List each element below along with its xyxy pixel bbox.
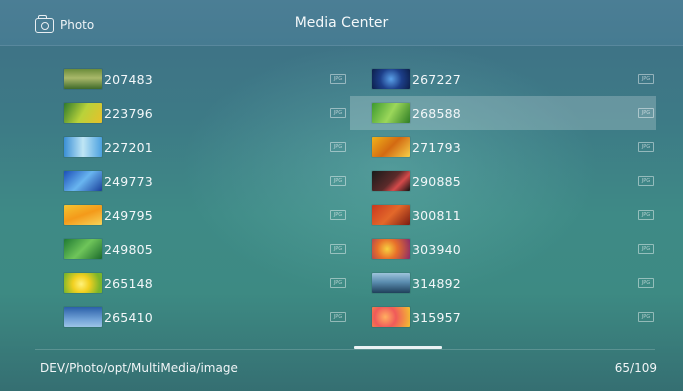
jpg-badge-icon: JPG	[330, 142, 346, 152]
file-name: 268588	[412, 105, 461, 121]
thumbnail-autumn-icon	[372, 137, 410, 157]
file-list-right: 267227 JPG 268588 JPG 271793 JPG 290885 …	[350, 62, 656, 334]
jpg-badge-icon: JPG	[330, 312, 346, 322]
thumbnail-flower-icon	[64, 273, 102, 293]
jpg-badge-icon: JPG	[638, 210, 654, 220]
file-row[interactable]: 290885 JPG	[350, 164, 656, 198]
thumbnail-landscape-icon	[64, 69, 102, 89]
file-name: 271793	[412, 139, 461, 155]
file-row-selected[interactable]: 268588 JPG	[350, 96, 656, 130]
file-row[interactable]: 249795 JPG	[38, 198, 348, 232]
scroll-thumb[interactable]	[354, 346, 442, 349]
page-title: Media Center	[294, 15, 389, 31]
jpg-badge-icon: JPG	[638, 244, 654, 254]
thumbnail-bird-icon	[372, 205, 410, 225]
file-row[interactable]: 265410 JPG	[38, 300, 348, 334]
thumbnail-sunset-icon	[64, 205, 102, 225]
file-name: 223796	[104, 105, 153, 121]
file-name: 207483	[104, 71, 153, 87]
jpg-badge-icon: JPG	[330, 74, 346, 84]
jpg-badge-icon: JPG	[638, 312, 654, 322]
file-name: 300811	[412, 207, 461, 223]
file-name: 303940	[412, 241, 461, 257]
file-list-left: 207483 JPG 223796 JPG 227201 JPG 249773 …	[38, 62, 348, 334]
file-row[interactable]: 249805 JPG	[38, 232, 348, 266]
file-row[interactable]: 300811 JPG	[350, 198, 656, 232]
jpg-badge-icon: JPG	[638, 278, 654, 288]
jpg-badge-icon: JPG	[330, 278, 346, 288]
thumbnail-coast-icon	[372, 273, 410, 293]
thumbnail-water-icon	[64, 137, 102, 157]
file-row[interactable]: 223796 JPG	[38, 96, 348, 130]
file-name: 249805	[104, 241, 153, 257]
thumbnail-grass-icon	[372, 103, 410, 123]
jpg-badge-icon: JPG	[330, 108, 346, 118]
file-row[interactable]: 267227 JPG	[350, 62, 656, 96]
header-bar: Photo Media Center	[0, 0, 683, 46]
file-name: 267227	[412, 71, 461, 87]
file-row[interactable]: 314892 JPG	[350, 266, 656, 300]
jpg-badge-icon: JPG	[330, 176, 346, 186]
thumbnail-sky-icon	[64, 307, 102, 327]
thumbnail-citrus-icon	[372, 307, 410, 327]
file-name: 290885	[412, 173, 461, 189]
thumbnail-fruit-icon	[372, 239, 410, 259]
file-row[interactable]: 303940 JPG	[350, 232, 656, 266]
jpg-badge-icon: JPG	[638, 142, 654, 152]
file-row[interactable]: 227201 JPG	[38, 130, 348, 164]
jpg-badge-icon: JPG	[330, 244, 346, 254]
file-name: 265148	[104, 275, 153, 291]
jpg-badge-icon: JPG	[638, 176, 654, 186]
file-name: 249795	[104, 207, 153, 223]
jpg-badge-icon: JPG	[638, 74, 654, 84]
file-row[interactable]: 249773 JPG	[38, 164, 348, 198]
jpg-badge-icon: JPG	[330, 210, 346, 220]
file-name: 249773	[104, 173, 153, 189]
thumbnail-dark-flower-icon	[372, 171, 410, 191]
thumbnail-leaves-icon	[64, 103, 102, 123]
jpg-badge-icon: JPG	[638, 108, 654, 118]
current-path: DEV/Photo/opt/MultiMedia/image	[40, 361, 238, 375]
file-row[interactable]: 271793 JPG	[350, 130, 656, 164]
thumbnail-waves-icon	[64, 171, 102, 191]
file-row[interactable]: 265148 JPG	[38, 266, 348, 300]
file-name: 314892	[412, 275, 461, 291]
file-row[interactable]: 315957 JPG	[350, 300, 656, 334]
file-name: 315957	[412, 309, 461, 325]
scroll-track[interactable]	[35, 349, 655, 350]
thumbnail-stars-icon	[372, 69, 410, 89]
thumbnail-green-abstract-icon	[64, 239, 102, 259]
file-name: 227201	[104, 139, 153, 155]
item-counter: 65/109	[614, 361, 657, 375]
file-name: 265410	[104, 309, 153, 325]
file-row[interactable]: 207483 JPG	[38, 62, 348, 96]
